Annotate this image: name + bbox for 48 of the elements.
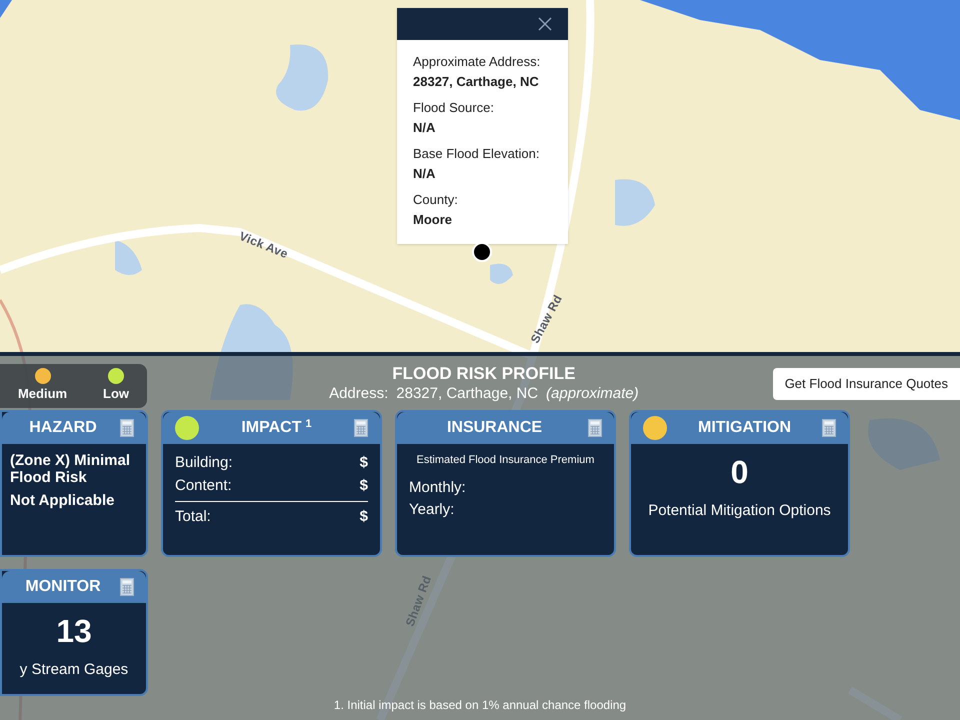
legend-label: Low bbox=[103, 385, 130, 404]
card-title: IMPACT $^{1}$ bbox=[240, 416, 313, 438]
pond-area bbox=[490, 264, 513, 284]
impact-value: $ bbox=[360, 453, 368, 473]
calculator-icon[interactable] bbox=[354, 419, 368, 437]
popup-label: Base Flood Elevation: bbox=[413, 145, 540, 163]
quotes-button[interactable]: Get Flood Insurance Quotes bbox=[772, 368, 960, 400]
card-title: HAZARD bbox=[28, 418, 98, 438]
lake-area bbox=[0, 0, 12, 18]
popup-value: N/A bbox=[413, 165, 436, 183]
popup-value: Moore bbox=[413, 211, 453, 229]
calculator-icon[interactable] bbox=[588, 419, 602, 437]
hazard-text: (Zone X) Minimal Flood Risk bbox=[10, 452, 131, 486]
card-title: MONITOR bbox=[24, 577, 102, 597]
pond-area bbox=[115, 240, 142, 275]
count-caption: Potential Mitigation Options bbox=[648, 501, 831, 521]
premium-label: Yearly: bbox=[409, 500, 456, 520]
card-title: INSURANCE bbox=[446, 418, 544, 438]
popup-value: 28327, Carthage, NC bbox=[413, 73, 540, 91]
legend-label: Medium bbox=[18, 385, 68, 404]
premium-label: Monthly: bbox=[409, 478, 467, 498]
calculator-icon[interactable] bbox=[822, 419, 836, 437]
popup-label: Approximate Address: bbox=[413, 53, 542, 71]
hazard-text: Not Applicable bbox=[10, 492, 116, 509]
pond-area bbox=[615, 179, 655, 226]
impact-label: Total: bbox=[175, 507, 211, 527]
calculator-icon[interactable] bbox=[120, 419, 134, 437]
panel-title: FLOOD RISK PROFILE bbox=[392, 364, 576, 384]
impact-label: Content: bbox=[175, 476, 232, 496]
impact-value: $ bbox=[360, 476, 368, 496]
street-label: Vick Ave bbox=[236, 228, 291, 263]
address-value: 28327, Carthage, NC bbox=[396, 384, 538, 404]
count-number: 0 bbox=[730, 453, 748, 492]
popup-label: Flood Source: bbox=[413, 99, 495, 117]
popup-value: N/A bbox=[413, 119, 436, 137]
count-number: 13 bbox=[56, 612, 92, 651]
pond-area bbox=[276, 44, 328, 111]
premium-subtitle: Estimated Flood Insurance Premium bbox=[416, 453, 596, 468]
impact-label: Building: bbox=[175, 453, 233, 473]
impact-value: $ bbox=[360, 507, 368, 527]
close-icon[interactable] bbox=[538, 17, 552, 31]
address-note: (approximate) bbox=[546, 384, 639, 404]
address-label: Address: bbox=[329, 384, 388, 404]
popup-label: County: bbox=[413, 191, 459, 209]
footnote: 1. Initial impact is based on 1% annual chance flooding bbox=[334, 698, 626, 712]
calculator-icon[interactable] bbox=[120, 578, 134, 596]
count-caption: y Stream Gages bbox=[20, 660, 128, 680]
card-title: MITIGATION bbox=[696, 418, 792, 438]
